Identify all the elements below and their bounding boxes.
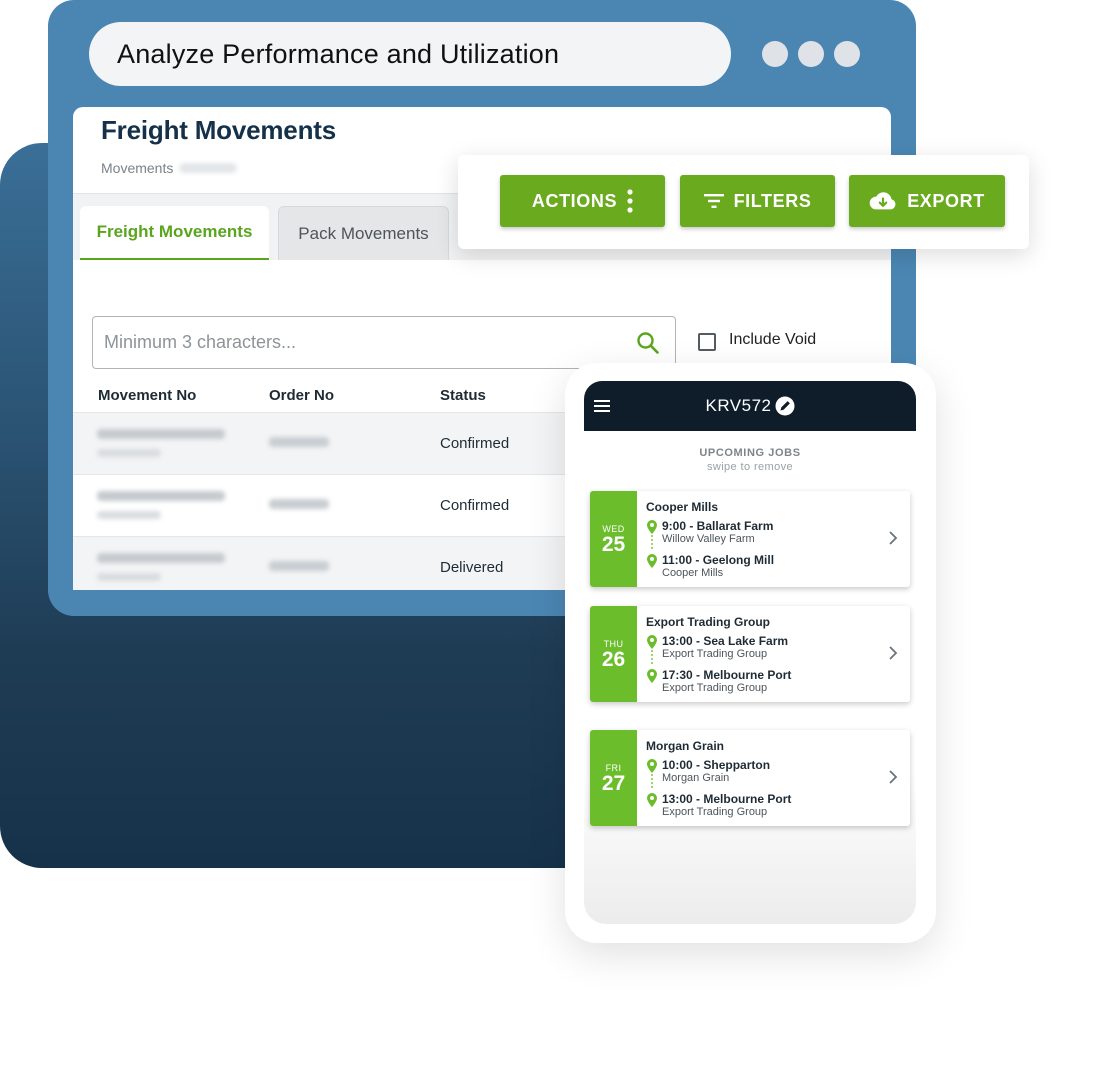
stop-time: 11:00 - Geelong Mill: [662, 553, 775, 567]
map-pin-icon: [647, 759, 657, 773]
stop-time: 9:00 - Ballarat Farm: [662, 519, 774, 533]
chevron-right-icon[interactable]: [888, 770, 898, 784]
column-header-order-no[interactable]: Order No: [269, 387, 334, 404]
search-placeholder: Minimum 3 characters...: [104, 332, 297, 352]
mobile-phone: KRV572 UPCOMING JOBS swipe to remove WED…: [565, 363, 936, 943]
job-card[interactable]: FRI 27 Morgan Grain 10:00 - Shepparton M…: [590, 730, 910, 826]
map-pin-icon: [647, 520, 657, 534]
stop-time: 13:00 - Melbourne Port: [662, 792, 792, 806]
filters-label: FILTERS: [733, 190, 812, 211]
job-card[interactable]: WED 25 Cooper Mills 9:00 - Ballarat Farm…: [590, 491, 910, 587]
page-title: Freight Movements: [101, 115, 336, 145]
swipe-hint: swipe to remove: [706, 461, 794, 473]
map-pin-icon: [647, 793, 657, 807]
map-pin-icon: [647, 635, 657, 649]
route-connector: [651, 774, 653, 788]
export-label: EXPORT: [907, 190, 985, 211]
phone-header: KRV572: [584, 381, 916, 431]
vehicle-id: KRV572: [705, 396, 772, 415]
job-company: Morgan Grain: [646, 739, 725, 753]
tab-pack-movements[interactable]: Pack Movements: [278, 206, 449, 261]
address-bar-text: Analyze Performance and Utilization: [117, 38, 560, 69]
include-void-checkbox[interactable]: [698, 333, 716, 351]
address-bar[interactable]: Analyze Performance and Utilization: [89, 22, 731, 86]
filter-icon: [703, 194, 724, 208]
chevron-right-icon[interactable]: [888, 646, 898, 660]
job-card[interactable]: THU 26 Export Trading Group 13:00 - Sea …: [590, 606, 910, 702]
search-icon[interactable]: [635, 330, 661, 356]
job-date: FRI 27: [590, 730, 637, 826]
redacted-movement-no: [97, 553, 225, 563]
breadcrumb-label: Movements: [101, 160, 174, 176]
stop-time: 13:00 - Sea Lake Farm: [662, 634, 789, 648]
search-input[interactable]: Minimum 3 characters...: [92, 316, 676, 369]
redacted-order-no: [269, 437, 329, 447]
job-day-number: 25: [601, 533, 626, 556]
status-text: Delivered: [440, 559, 504, 576]
stop-place: Willow Valley Farm: [662, 533, 755, 545]
job-company: Cooper Mills: [646, 500, 719, 514]
window-dot-3: [834, 41, 860, 67]
route-connector: [651, 650, 653, 664]
filters-button[interactable]: FILTERS: [680, 175, 835, 227]
job-day-number: 26: [601, 648, 626, 671]
stop-time: 10:00 - Shepparton: [662, 758, 771, 772]
stop-place: Morgan Grain: [662, 772, 730, 784]
redacted-movement-id: [97, 511, 161, 519]
hamburger-icon[interactable]: [594, 400, 610, 412]
stop-time: 17:30 - Melbourne Port: [662, 668, 792, 682]
stop-place: Export Trading Group: [662, 648, 768, 660]
window-dot-1: [762, 41, 788, 67]
stop-place: Export Trading Group: [662, 806, 768, 818]
phone-screen: KRV572 UPCOMING JOBS swipe to remove WED…: [584, 381, 916, 924]
edit-icon[interactable]: [775, 396, 795, 416]
map-pin-icon: [647, 669, 657, 683]
job-date: WED 25: [590, 491, 637, 587]
chevron-right-icon[interactable]: [888, 531, 898, 545]
window-dot-2: [798, 41, 824, 67]
redacted-movement-id: [97, 573, 161, 581]
cloud-download-icon: [869, 192, 896, 210]
job-company: Export Trading Group: [646, 615, 771, 629]
map-pin-icon: [647, 554, 657, 568]
status-text: Confirmed: [440, 497, 510, 514]
stop-place: Export Trading Group: [662, 682, 768, 694]
status-text: Confirmed: [440, 435, 510, 452]
redacted-id: [179, 163, 238, 173]
tab-freight-movements[interactable]: Freight Movements: [80, 206, 269, 261]
redacted-order-no: [269, 561, 329, 571]
export-button[interactable]: EXPORT: [849, 175, 1005, 227]
column-header-movement-no[interactable]: Movement No: [98, 387, 196, 404]
tab-content-top: [73, 260, 891, 303]
redacted-movement-id: [97, 449, 161, 457]
redacted-movement-no: [97, 491, 225, 501]
redacted-order-no: [269, 499, 329, 509]
action-toolbar: ACTIONS FILTERS EXPORT: [458, 155, 1029, 249]
redacted-movement-no: [97, 429, 225, 439]
route-connector: [651, 535, 653, 549]
upcoming-jobs-heading: UPCOMING JOBS: [699, 447, 801, 459]
include-void-label: Include Void: [729, 331, 817, 348]
column-header-status[interactable]: Status: [440, 387, 486, 404]
kebab-icon: [627, 189, 633, 213]
job-date: THU 26: [590, 606, 637, 702]
actions-button[interactable]: ACTIONS: [500, 175, 665, 227]
job-day-number: 27: [601, 772, 626, 795]
stop-place: Cooper Mills: [662, 567, 724, 579]
actions-label: ACTIONS: [531, 190, 618, 211]
